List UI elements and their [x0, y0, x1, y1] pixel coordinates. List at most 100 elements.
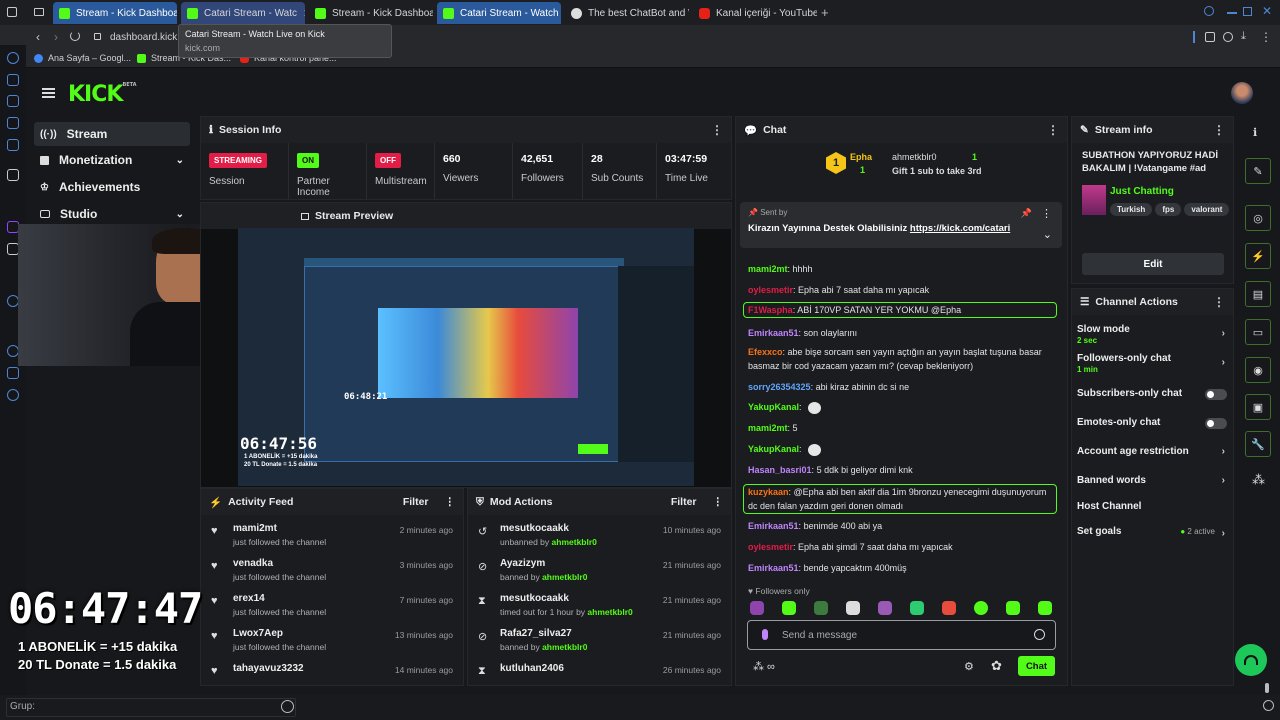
gift-prompt[interactable]: Gift 1 sub to take 3rd [892, 166, 982, 176]
emote-7-icon[interactable] [942, 601, 956, 615]
chat-message[interactable]: Emirkaan51: bende yapcaktım 400müş [748, 561, 1054, 575]
emote-6-icon[interactable] [910, 601, 924, 615]
side-leaf-icon[interactable] [7, 367, 19, 379]
emote-3-icon[interactable] [814, 601, 828, 615]
chat-username[interactable]: oylesmetir [748, 285, 793, 295]
side-pen-icon[interactable] [7, 139, 19, 151]
sidebar-toggle-icon[interactable] [1193, 31, 1195, 43]
mod-action-row[interactable]: ⧗ mesutkocaakk timed out for 1 hour by a… [468, 589, 731, 625]
side-history-icon[interactable] [7, 52, 19, 64]
search-tabs-icon[interactable] [1204, 6, 1214, 16]
chat-message[interactable]: Hasan_basri01: 5 ddk bi geliyor dimi knk [748, 463, 1054, 477]
chat-username[interactable]: YakupKanal [748, 444, 799, 454]
chat-send-button[interactable]: Chat [1018, 656, 1055, 676]
more-options-icon[interactable]: ⋮ [1213, 295, 1225, 309]
toggle-switch[interactable] [1205, 418, 1227, 429]
toggle-switch[interactable] [1205, 389, 1227, 400]
rail-wrench-button[interactable]: 🔧 [1245, 431, 1271, 457]
tag-valorant[interactable]: valorant [1184, 203, 1230, 216]
reactions-icon[interactable]: ✿ [991, 658, 1002, 674]
browser-menu-icon[interactable] [7, 7, 17, 17]
unpin-icon[interactable]: 📌 [1021, 208, 1032, 219]
rail-edit-button[interactable]: ✎ [1245, 158, 1271, 184]
chat-message[interactable]: sorry26354325: abi kiraz abinin dc si ne [748, 380, 1054, 394]
bookmark-google[interactable]: Ana Sayfa – Googl... [34, 53, 131, 63]
chat-username[interactable]: Efexxco [748, 347, 783, 357]
multistream-badge[interactable]: OFF [375, 153, 401, 168]
nav-studio[interactable]: Studio ⌄ [34, 202, 190, 226]
channel-action-banned-words[interactable]: Banned words › [1077, 475, 1227, 486]
nav-monetization[interactable]: Monetization ⌄ [34, 148, 190, 172]
chat-username[interactable]: mami2mt [748, 264, 788, 274]
chat-input[interactable]: Send a message [747, 620, 1056, 650]
minimize-icon[interactable] [1227, 12, 1237, 14]
more-options-icon[interactable]: ⋮ [1047, 123, 1059, 137]
more-options-icon[interactable]: ⋮ [1041, 207, 1052, 220]
chevron-down-icon[interactable]: ⌄ [1043, 228, 1052, 241]
side-settings-icon[interactable] [7, 389, 19, 401]
close-tab-icon[interactable]: ✕ [303, 7, 305, 20]
emoji-icon[interactable] [1034, 629, 1045, 640]
mod-actor[interactable]: ahmetkblr0 [542, 642, 587, 652]
back-icon[interactable]: ‹ [36, 30, 40, 44]
support-button[interactable] [1235, 644, 1267, 676]
chat-username[interactable]: Hasan_basri01 [748, 465, 812, 475]
activity-feed-row[interactable]: ♥ tahayavuz3232 14 minutes ago [201, 659, 463, 695]
close-window-icon[interactable]: ✕ [1262, 4, 1272, 18]
chat-username[interactable]: Emirkaan51 [748, 563, 799, 573]
stream-preview-video[interactable]: 06:48:21 06:47:56 1 ABONELİK = +15 dakik… [238, 228, 694, 486]
pinned-link[interactable]: https://kick.com/catari [910, 223, 1010, 234]
channel-action-slow-mode[interactable]: Slow mode 2 sec › [1077, 324, 1227, 345]
chat-message[interactable]: mami2mt: 5 [748, 421, 1054, 435]
rail-more-icon[interactable]: ⁂ [1252, 472, 1265, 488]
reload-icon[interactable] [70, 31, 80, 41]
taskbar-search-field[interactable] [6, 698, 296, 717]
gifter-name[interactable]: Epha [850, 152, 872, 162]
side-notes-icon[interactable] [7, 95, 19, 107]
hamburger-menu-icon[interactable] [42, 88, 55, 98]
mod-actor[interactable]: ahmetkblr0 [542, 572, 587, 582]
download-icon[interactable]: ⤓ [1241, 30, 1246, 43]
rail-broadcast-button[interactable]: ◉ [1245, 357, 1271, 383]
browser-tab-2[interactable]: Catari Stream - Watc✕ [181, 2, 305, 24]
chat-username[interactable]: Emirkaan51 [748, 521, 799, 531]
chat-message[interactable]: mami2mt: hhhh [748, 262, 1054, 276]
rail-notes-button[interactable]: ▤ [1245, 281, 1271, 307]
user-avatar[interactable] [1231, 82, 1253, 104]
browser-tab-4[interactable]: Catari Stream - Watch Liv [437, 2, 561, 24]
emote-9-icon[interactable] [1006, 601, 1020, 615]
chat-username[interactable]: kuzykaan [748, 487, 789, 497]
tag-turkish[interactable]: Turkish [1110, 203, 1153, 216]
side-mail-icon[interactable] [7, 117, 19, 129]
partner-income-badge[interactable]: ON [297, 153, 319, 168]
chat-username[interactable]: F1Waspha [748, 305, 793, 315]
tray-settings-icon[interactable] [1263, 700, 1274, 711]
side-bookmark-icon[interactable] [7, 74, 19, 86]
activity-feed-row[interactable]: ♥ Lwox7Aep just followed the channel 13 … [201, 624, 463, 660]
category-thumb[interactable] [1082, 185, 1106, 215]
info-rail-icon[interactable]: ℹ [1253, 126, 1257, 139]
edit-stream-button[interactable]: Edit [1082, 253, 1224, 275]
chat-message[interactable]: Efexxco: abe bişe sorcam sen yayın açtığ… [748, 345, 1054, 373]
mod-actor[interactable]: ahmetkblr0 [587, 607, 632, 617]
chat-message[interactable]: oylesmetir: Epha abi 7 saat daha mı yapı… [748, 283, 1054, 297]
browser-tab-5[interactable]: The best ChatBot and Wi [565, 2, 689, 24]
chat-username[interactable]: mami2mt [748, 423, 788, 433]
kick-logo[interactable]: KICKBETA [68, 82, 137, 107]
microphone-icon[interactable] [762, 629, 768, 640]
gifter2-name[interactable]: ahmetkblr0 [892, 152, 937, 162]
forward-icon[interactable]: › [54, 30, 58, 44]
url-input[interactable]: dashboard.kick.c [110, 32, 185, 43]
mod-action-row[interactable]: ↺ mesutkocaakk unbanned by ahmetkblr0 10… [468, 519, 731, 555]
extensions-icon[interactable] [1205, 32, 1215, 42]
chat-message[interactable]: Emirkaan51: son olaylarını [748, 326, 1054, 340]
nav-stream[interactable]: ((·)) Stream [34, 122, 190, 146]
channel-action-subscribers-only-chat[interactable]: Subscribers-only chat [1077, 388, 1227, 400]
more-menu-icon[interactable]: ⋮ [1260, 30, 1272, 44]
more-options-icon[interactable]: ⋮ [711, 123, 723, 137]
emote-2-icon[interactable] [782, 601, 796, 615]
restore-icon[interactable] [1243, 7, 1252, 16]
more-options-icon[interactable]: ⋮ [713, 496, 724, 508]
activity-feed-row[interactable]: ♥ erex14 just followed the channel 7 min… [201, 589, 463, 625]
channel-action-set-goals[interactable]: Set goals ● 2 active › [1077, 526, 1227, 539]
